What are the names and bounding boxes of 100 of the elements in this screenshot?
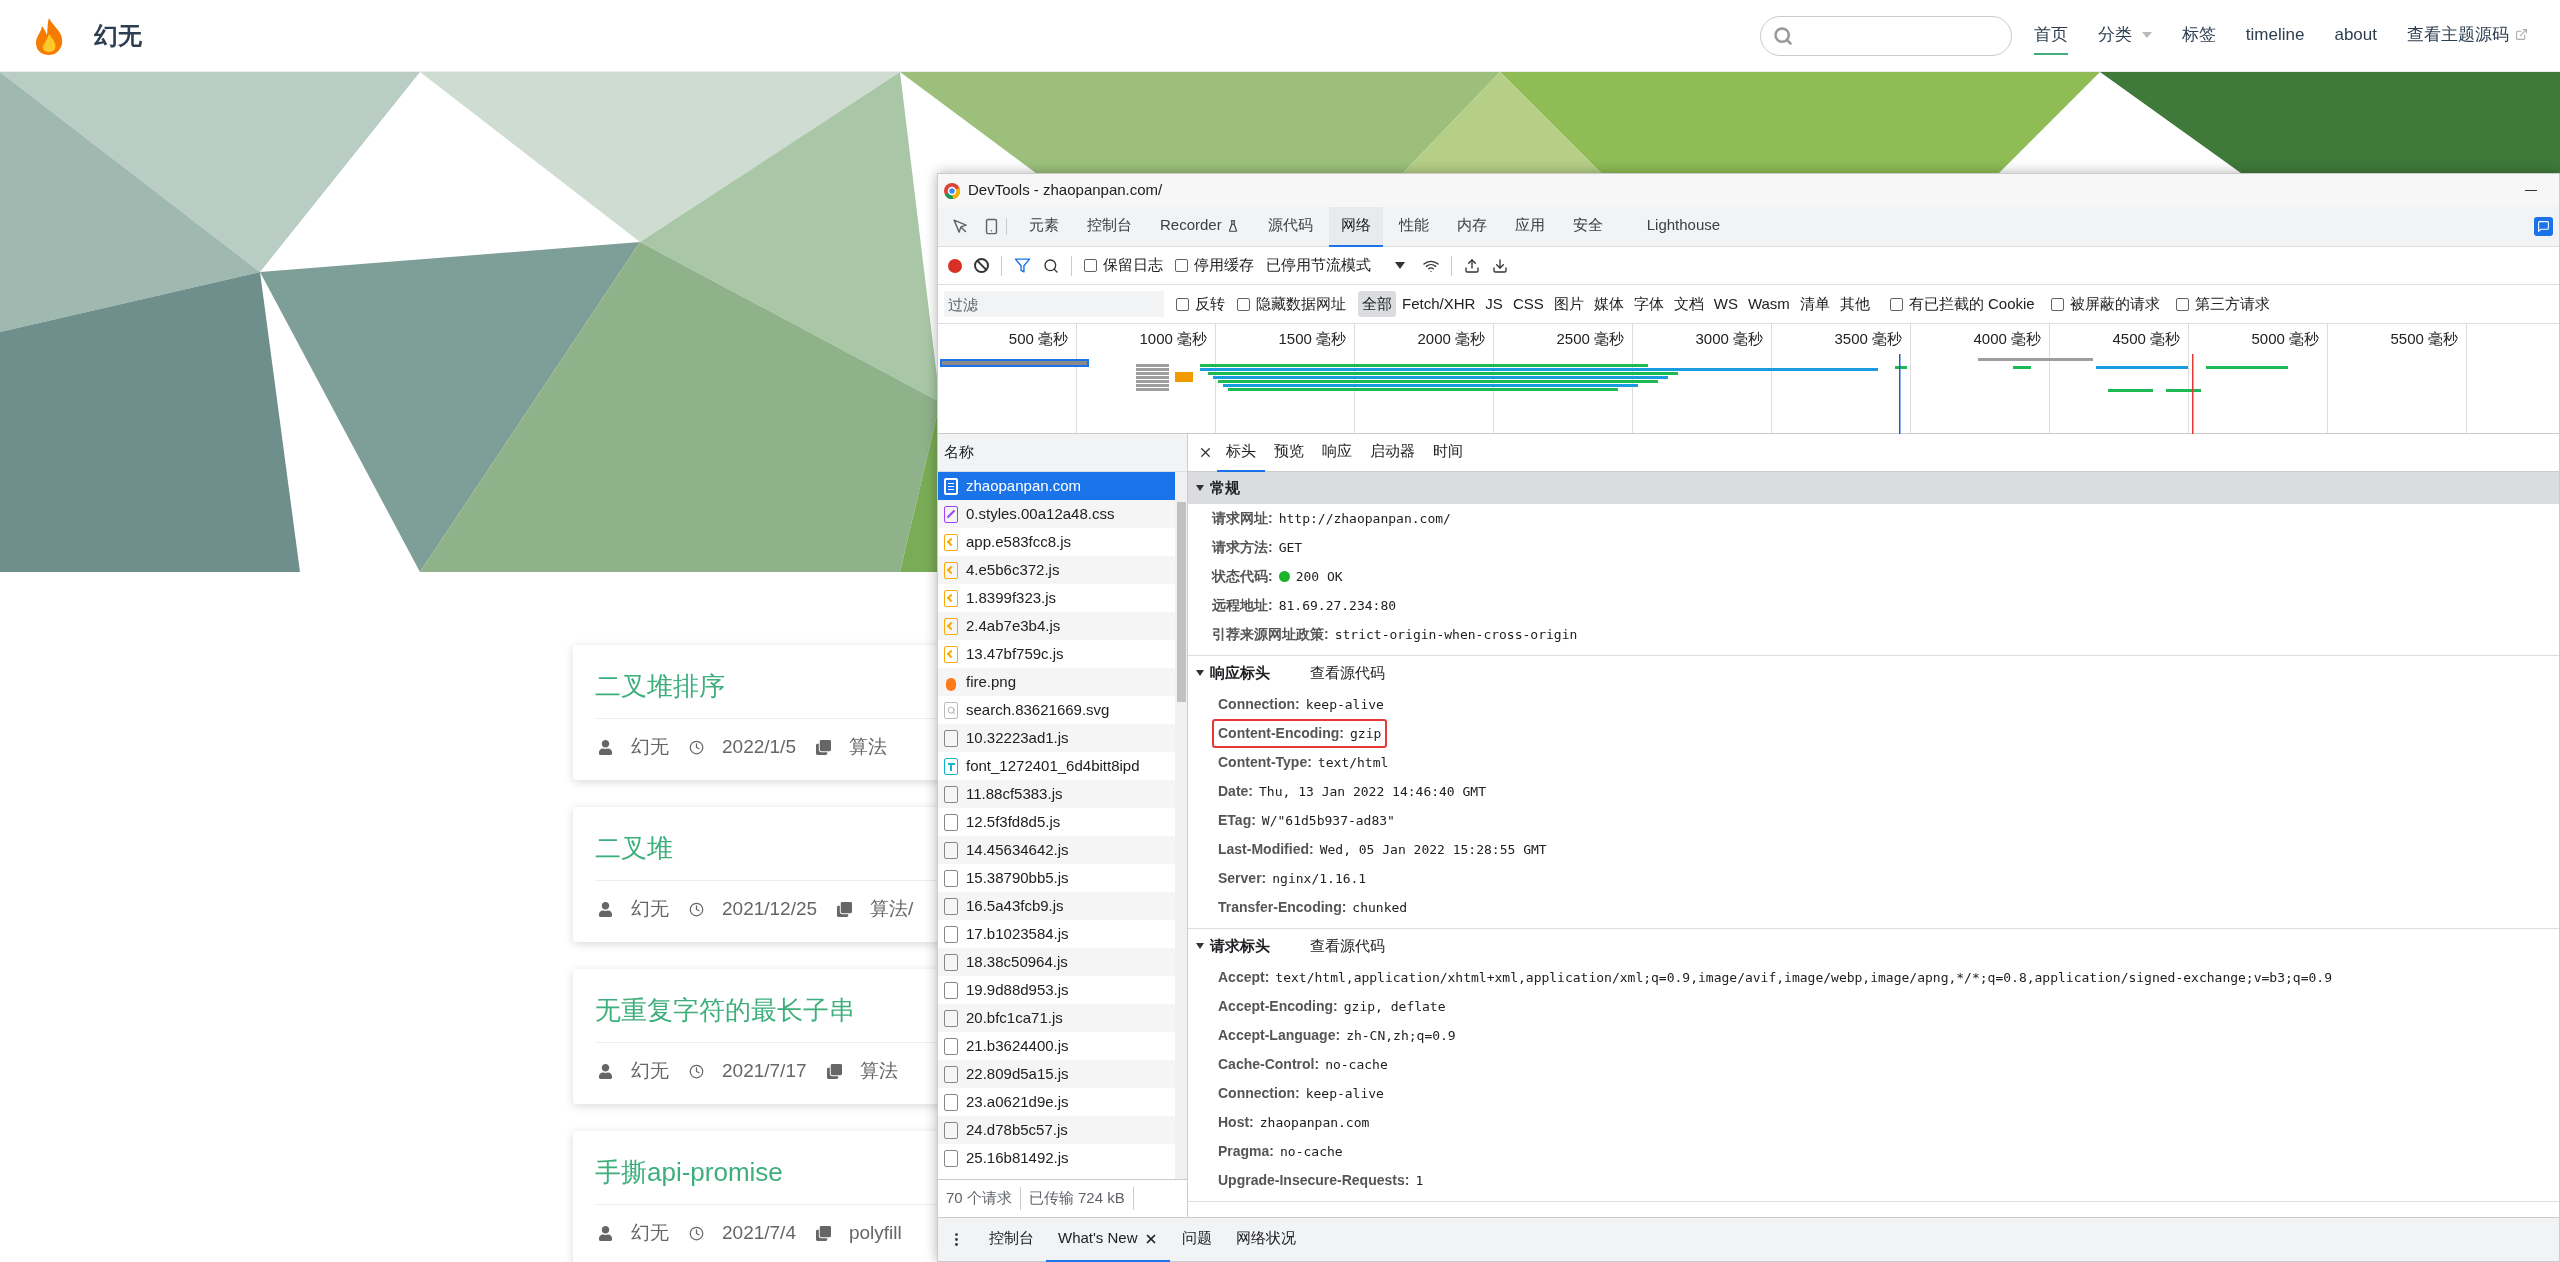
header-name: 请求方法: [1212,538,1273,557]
detail-tab[interactable]: 时间 [1424,433,1472,472]
header-field: Pragma: no-cache [1212,1137,1349,1166]
section-header[interactable]: 常规 [1188,472,2559,504]
clear-icon[interactable] [974,258,989,273]
post-category[interactable]: 算法 [859,1057,898,1086]
checkbox[interactable] [2050,297,2064,311]
clock-icon [689,901,704,917]
nav-link[interactable]: 标签 [2181,15,2216,56]
nav-link[interactable]: 查看主题源码 [2407,15,2528,56]
filter-field[interactable]: 过滤 [944,291,1164,317]
panel-tab[interactable]: 应用 [1502,206,1557,247]
download-icon[interactable] [1492,257,1508,274]
type-filter-button[interactable]: 文档 [1669,291,1708,317]
type-filter-button[interactable]: 媒体 [1589,291,1628,317]
clock-icon [689,1225,704,1241]
request-row[interactable]: 10.32223ad1.js [938,724,1175,752]
request-row[interactable]: 20.bfc1ca71.js [938,1004,1175,1032]
category-icon [837,901,853,917]
section-header[interactable]: 响应标头 [1196,661,1270,685]
nav-link[interactable]: 首页 [2033,15,2068,56]
request-row[interactable]: 22.809d5a15.js [938,1060,1175,1088]
checkbox-label[interactable]: 被屏蔽的请求 [2069,292,2160,316]
detail-tab[interactable]: 响应 [1313,433,1361,472]
post-date: 2021/7/4 [722,1221,796,1245]
request-row[interactable]: zhaopanpan.com [938,472,1175,500]
issues-icon[interactable] [2534,217,2553,236]
header-field: Accept-Language: zh-CN,zh;q=0.9 [1212,1021,1462,1050]
panel-tab[interactable]: 元素 [1017,206,1071,247]
checkbox[interactable] [1175,259,1188,272]
type-filter-button[interactable]: 图片 [1549,291,1588,317]
post-category[interactable]: 算法 [848,733,887,762]
post-category[interactable]: polyfill [848,1219,902,1248]
file-icon [944,813,958,831]
type-filter-button[interactable]: 全部 [1358,291,1396,317]
upload-icon[interactable] [1464,257,1480,274]
type-filter-button[interactable]: WS [1709,291,1742,317]
request-row[interactable]: fire.png [938,668,1175,696]
checkbox-label[interactable]: 保留日志 [1103,254,1163,277]
record-button[interactable] [948,258,962,273]
time-tick-label: 2000 毫秒 [1417,330,1485,347]
request-row[interactable]: 18.38c50964.js [938,948,1175,976]
category-icon [815,1225,831,1241]
drawer-tab[interactable]: 控制台 [977,1217,1046,1262]
checkbox[interactable] [1237,297,1250,311]
detail-tab[interactable]: 预览 [1265,433,1313,472]
nav-link[interactable]: timeline [2245,15,2305,56]
checkbox[interactable] [1889,297,1903,311]
type-filter-button[interactable]: 清单 [1795,291,1834,317]
post-date: 2022/1/5 [722,735,796,759]
panel-tab[interactable]: 源代码 [1255,206,1325,247]
header-field: Cache-Control: no-cache [1212,1050,1394,1079]
panel-tab[interactable]: 内存 [1444,206,1499,247]
panel-tab[interactable]: 网络 [1328,206,1383,247]
summary-text: 已传输 724 kB [1028,1187,1134,1210]
panel-tab[interactable]: 安全 [1560,206,1615,247]
panel-tab[interactable]: 控制台 [1075,206,1144,247]
request-row[interactable]: 14.45634642.js [938,836,1175,864]
request-row[interactable]: 11.88cf5383.js [938,780,1175,808]
drawer-tab[interactable]: 网络状况 [1223,1217,1308,1262]
expand-triangle-icon [1196,670,1204,676]
time-tick-label: 4000 毫秒 [1973,330,2041,347]
checkbox-label[interactable]: 第三方请求 [2194,292,2270,316]
panel-tab[interactable]: 性能 [1386,206,1441,247]
clock-icon [689,739,704,755]
checkbox-label[interactable]: 有已拦截的 Cookie [1908,292,2035,316]
checkbox-label[interactable]: 停用缓存 [1194,254,1254,277]
drawer-tab[interactable]: 问题 [1169,1217,1224,1262]
expand-triangle-icon [1196,485,1204,491]
panel-tab[interactable]: Recorder [1148,206,1252,247]
drawer-tab[interactable]: What's New [1046,1217,1170,1262]
user-icon [598,901,613,917]
post-category[interactable]: 算法/ [870,895,914,924]
nav-link[interactable]: about [2334,15,2377,56]
checkbox[interactable] [1084,259,1097,272]
type-filter-button[interactable]: Wasm [1743,291,1794,317]
checkbox[interactable] [1176,297,1189,311]
type-filter-button[interactable]: JS [1481,291,1507,317]
nav-link[interactable]: 分类 [2097,15,2152,56]
request-row[interactable]: 2.4ab7e3b4.js [938,612,1175,640]
type-filter-button[interactable]: Fetch/XHR [1398,291,1480,317]
checkbox-label[interactable]: 反转 [1195,292,1225,316]
detail-tab[interactable]: 启动器 [1361,433,1424,472]
type-filter-button[interactable]: CSS [1508,291,1548,317]
request-row[interactable]: 16.5a43fcb9.js [938,892,1175,920]
request-row[interactable]: 4.e5b6c372.js [938,556,1175,584]
search-icon[interactable] [1043,257,1059,274]
type-filter-button[interactable]: 字体 [1629,291,1668,317]
filter-icon[interactable] [1014,257,1031,274]
view-source-link[interactable]: 查看源代码 [1310,661,1385,685]
request-row[interactable]: 24.d78b5c57.js [938,1116,1175,1144]
section-header[interactable]: 请求标头 [1196,934,1270,958]
time-tick-label: 5000 毫秒 [2251,330,2319,347]
panel-tab[interactable]: Lighthouse [1634,206,1733,247]
type-filter-button[interactable]: 其他 [1835,291,1874,317]
checkbox-label[interactable]: 隐藏数据网址 [1256,292,1346,316]
checkbox[interactable] [2175,297,2189,311]
throttle-dropdown[interactable]: 已停用节流模式 [1266,254,1405,277]
request-row[interactable]: 0.styles.00a12a48.css [938,500,1175,528]
view-source-link[interactable]: 查看源代码 [1310,934,1385,958]
